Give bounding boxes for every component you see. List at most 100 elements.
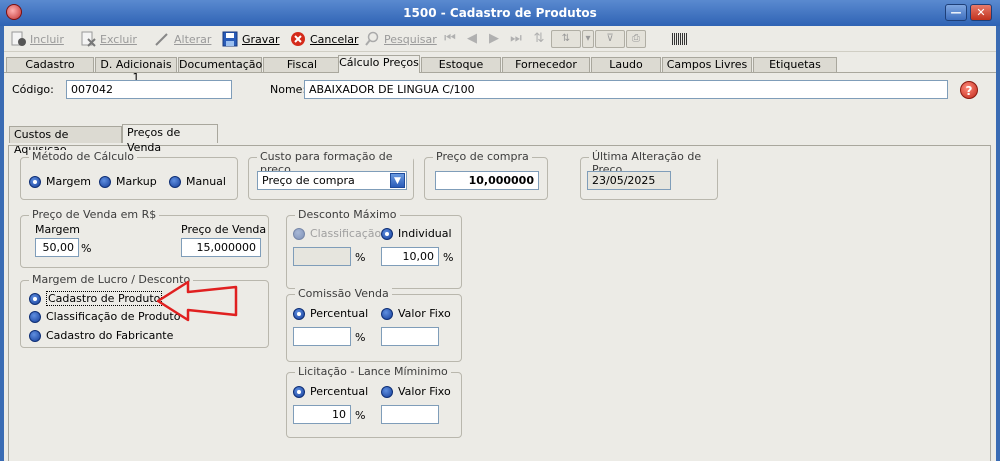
radio-margem[interactable]: Margem bbox=[29, 175, 91, 188]
sort-icon[interactable]: ⇅ bbox=[551, 30, 581, 48]
save-disk-icon bbox=[222, 31, 238, 47]
edit-pencil-icon bbox=[154, 31, 170, 47]
ultima-alteracao-field: 23/05/2025 bbox=[587, 171, 671, 190]
radio-markup[interactable]: Markup bbox=[99, 175, 157, 188]
next-record-icon[interactable]: ▶ bbox=[486, 31, 502, 47]
radio-unselected-icon bbox=[99, 175, 111, 188]
nome-label: Nome: bbox=[270, 83, 307, 96]
comissao-venda-group: Comissão Venda Percentual Valor Fixo % bbox=[286, 287, 462, 362]
filter-icon[interactable]: ⊽ bbox=[595, 30, 625, 48]
print-icon[interactable]: ⎙ bbox=[626, 30, 646, 48]
dropdown-chevron-icon[interactable]: ▾ bbox=[582, 30, 594, 48]
radio-unselected-icon bbox=[169, 175, 181, 188]
licitacao-title: Licitação - Lance Míminimo bbox=[295, 365, 451, 378]
radio-cadastro-produto[interactable]: Cadastro de Produto bbox=[29, 291, 163, 306]
gravar-button[interactable]: Gravar bbox=[222, 30, 280, 48]
tab-estoque[interactable]: Estoque bbox=[421, 57, 501, 72]
codigo-field[interactable]: 007042 bbox=[66, 80, 232, 99]
radio-manual[interactable]: Manual bbox=[169, 175, 226, 188]
custo-formacao-select[interactable]: Preço de compra ▼ bbox=[257, 171, 407, 190]
ultima-alteracao-group: Última Alteração de Preço 23/05/2025 bbox=[580, 150, 718, 200]
preco-venda-label: Preço de Venda bbox=[181, 223, 267, 236]
subtab-custos-aquisicao[interactable]: Custos de Aquisição bbox=[9, 126, 122, 156]
toolbar: Incluir Excluir Alterar Gravar Cancelar … bbox=[4, 26, 996, 52]
radio-disabled-icon bbox=[293, 227, 305, 240]
radio-unselected-icon bbox=[29, 310, 41, 323]
alterar-button[interactable]: Alterar bbox=[154, 30, 211, 48]
barcode-icon[interactable] bbox=[672, 33, 688, 45]
subtab-precos-venda[interactable]: Preços de Venda bbox=[122, 124, 218, 154]
radio-unselected-icon bbox=[381, 307, 393, 320]
licitacao-valor-fixo-field[interactable] bbox=[381, 405, 439, 424]
tab-d-adicionais-1[interactable]: D. Adicionais 1 bbox=[95, 57, 177, 84]
tab-calculo-precos[interactable]: Cálculo Preços bbox=[338, 55, 420, 73]
last-record-icon[interactable]: ⏭ bbox=[508, 31, 524, 47]
preco-compra-field[interactable]: 10,000000 bbox=[435, 171, 539, 190]
comissao-percentual-field[interactable] bbox=[293, 327, 351, 346]
cancelar-button[interactable]: Cancelar bbox=[290, 30, 359, 48]
previous-record-icon[interactable]: ◀ bbox=[464, 31, 480, 47]
cancel-icon bbox=[290, 31, 306, 47]
preco-venda-field[interactable]: 15,000000 bbox=[181, 238, 261, 257]
licitacao-percent-label: % bbox=[355, 409, 366, 422]
title-bar[interactable]: 1500 - Cadastro de Produtos — ✕ bbox=[0, 0, 1000, 26]
tab-documentacao[interactable]: Documentação bbox=[178, 57, 262, 72]
close-button[interactable]: ✕ bbox=[970, 4, 992, 21]
refresh-icon[interactable]: ⇅ bbox=[531, 31, 547, 47]
preco-venda-group: Preço de Venda em R$ Margem 50,00 % Preç… bbox=[20, 208, 269, 268]
radio-unselected-icon bbox=[381, 385, 393, 398]
licitacao-percentual-field[interactable]: 10 bbox=[293, 405, 351, 424]
first-record-icon[interactable]: ⏮ bbox=[442, 31, 458, 47]
annotation-arrow-icon bbox=[156, 280, 238, 322]
radio-selected-icon bbox=[293, 385, 305, 398]
incluir-button[interactable]: Incluir bbox=[10, 30, 64, 48]
add-document-icon bbox=[10, 31, 26, 47]
search-icon bbox=[364, 31, 380, 47]
codigo-label: Código: bbox=[12, 83, 54, 96]
custo-formacao-group: Custo para formação de preço Preço de co… bbox=[248, 150, 414, 200]
radio-licitacao-percentual[interactable]: Percentual bbox=[293, 385, 368, 398]
delete-document-icon bbox=[80, 31, 96, 47]
comissao-percent-label: % bbox=[355, 331, 366, 344]
radio-selected-icon bbox=[29, 292, 41, 305]
tab-fiscal[interactable]: Fiscal bbox=[263, 57, 341, 72]
metodo-calculo-group: Método de Cálculo Margem Markup Manual bbox=[20, 150, 238, 200]
main-window: 1500 - Cadastro de Produtos — ✕ Incluir … bbox=[0, 0, 1000, 461]
minimize-button[interactable]: — bbox=[945, 4, 967, 21]
radio-comissao-valor-fixo[interactable]: Valor Fixo bbox=[381, 307, 451, 320]
tab-fornecedor[interactable]: Fornecedor bbox=[502, 57, 590, 72]
excluir-button[interactable]: Excluir bbox=[80, 30, 137, 48]
tab-laudo[interactable]: Laudo bbox=[591, 57, 661, 72]
pesquisar-button[interactable]: Pesquisar bbox=[364, 30, 437, 48]
tab-campos-livres[interactable]: Campos Livres bbox=[662, 57, 752, 72]
radio-selected-icon bbox=[29, 175, 41, 188]
chevron-down-icon[interactable]: ▼ bbox=[390, 173, 405, 188]
radio-desconto-classificacao[interactable]: Classificação bbox=[293, 227, 381, 240]
radio-cadastro-fabricante[interactable]: Cadastro do Fabricante bbox=[29, 329, 173, 342]
preco-compra-group: Preço de compra 10,000000 bbox=[424, 150, 548, 200]
client-area: Incluir Excluir Alterar Gravar Cancelar … bbox=[4, 26, 996, 461]
preco-venda-title: Preço de Venda em R$ bbox=[29, 208, 160, 221]
desconto-individual-percent: % bbox=[443, 251, 454, 264]
radio-selected-icon bbox=[381, 227, 393, 240]
margem-field[interactable]: 50,00 bbox=[35, 238, 79, 257]
comissao-valor-fixo-field[interactable] bbox=[381, 327, 439, 346]
nome-field[interactable]: ABAIXADOR DE LINGUA C/100 bbox=[304, 80, 948, 99]
desconto-individual-field[interactable]: 10,00 bbox=[381, 247, 439, 266]
window-title: 1500 - Cadastro de Produtos bbox=[403, 6, 597, 20]
main-tabs: Cadastro D. Adicionais 1 Documentação Fi… bbox=[4, 55, 996, 84]
licitacao-group: Licitação - Lance Míminimo Percentual Va… bbox=[286, 365, 462, 438]
preco-compra-title: Preço de compra bbox=[433, 150, 532, 163]
desconto-classificacao-field bbox=[293, 247, 351, 266]
desconto-maximo-title: Desconto Máximo bbox=[295, 208, 400, 221]
comissao-venda-title: Comissão Venda bbox=[295, 287, 392, 300]
radio-comissao-percentual[interactable]: Percentual bbox=[293, 307, 368, 320]
metodo-calculo-title: Método de Cálculo bbox=[29, 150, 138, 163]
tab-etiquetas[interactable]: Etiquetas bbox=[753, 57, 837, 72]
help-icon[interactable]: ? bbox=[960, 81, 978, 99]
margem-percent-label: % bbox=[81, 242, 92, 255]
radio-licitacao-valor-fixo[interactable]: Valor Fixo bbox=[381, 385, 451, 398]
tab-cadastro[interactable]: Cadastro bbox=[6, 57, 94, 72]
margem-label: Margem bbox=[35, 223, 81, 236]
radio-desconto-individual[interactable]: Individual bbox=[381, 227, 452, 240]
